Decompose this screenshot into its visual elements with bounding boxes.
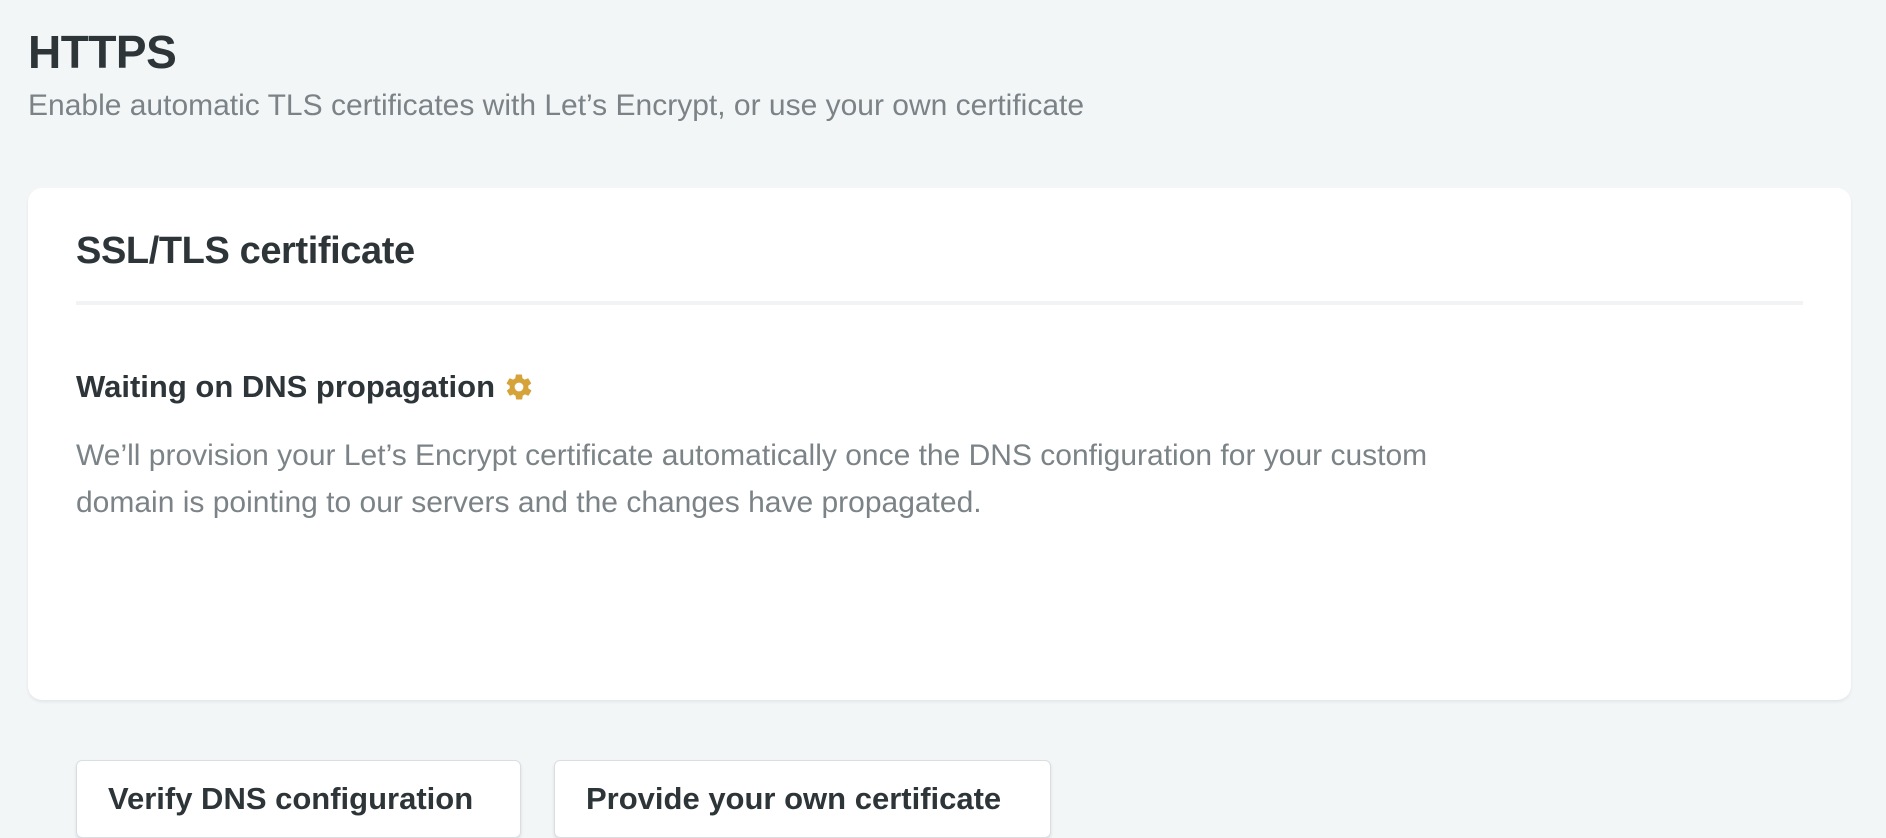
verify-dns-button[interactable]: Verify DNS configuration xyxy=(76,760,521,838)
ssl-certificate-card: SSL/TLS certificate Waiting on DNS propa… xyxy=(28,188,1851,838)
status-label: Waiting on DNS propagation xyxy=(76,369,496,404)
card-body: Waiting on DNS propagation We’ll provisi… xyxy=(76,366,1803,838)
card-actions: Verify DNS configuration Provide your ow… xyxy=(76,760,1051,838)
provide-certificate-button[interactable]: Provide your own certificate xyxy=(554,760,1051,838)
status-description: We’ll provision your Let’s Encrypt certi… xyxy=(76,439,1428,519)
card-title: SSL/TLS certificate xyxy=(76,230,415,272)
status-row: Waiting on DNS propagation xyxy=(76,366,1803,408)
card-header: SSL/TLS certificate xyxy=(76,226,1803,305)
page-title: HTTPS xyxy=(28,26,177,78)
page-header: HTTPS Enable automatic TLS certificates … xyxy=(28,22,1084,126)
page-subtitle: Enable automatic TLS certificates with L… xyxy=(28,89,1085,122)
gear-icon xyxy=(503,371,535,403)
